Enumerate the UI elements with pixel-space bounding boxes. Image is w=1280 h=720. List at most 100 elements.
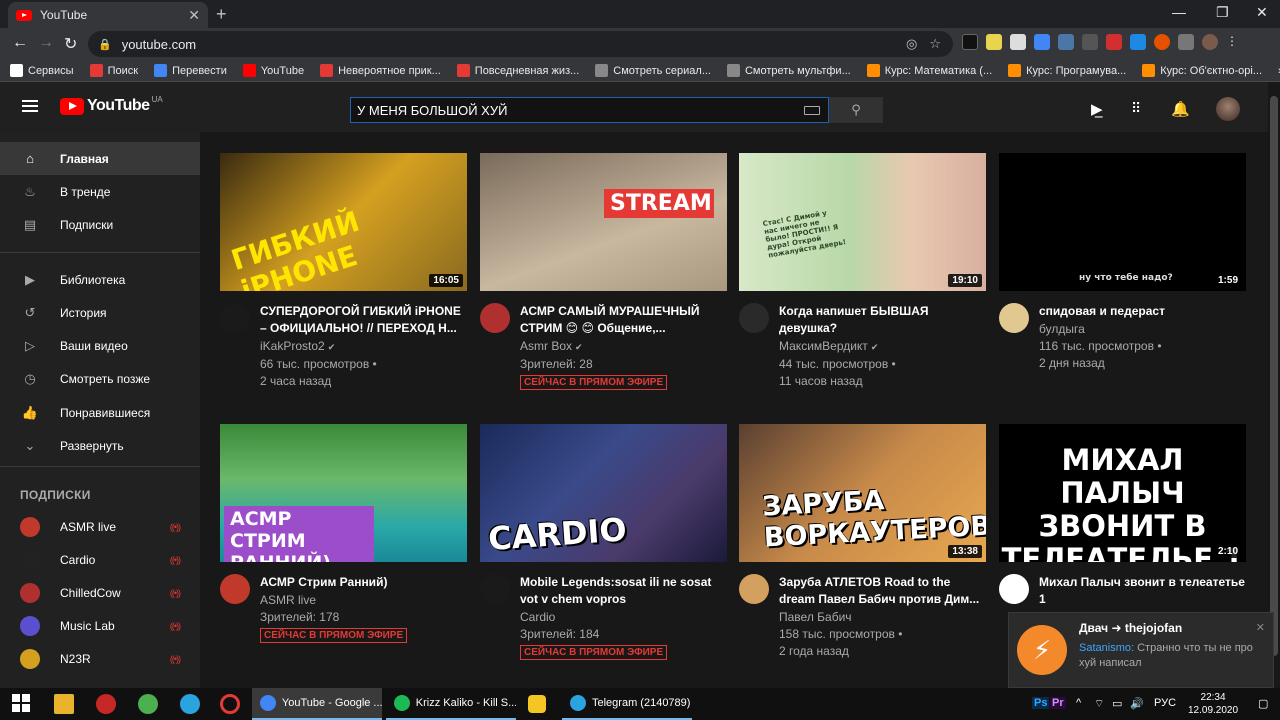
browser-tab-youtube[interactable]: YouTube ✕ — [8, 2, 208, 28]
search-box[interactable] — [350, 97, 829, 123]
bookmark-item[interactable]: Смотреть мультфи... — [726, 64, 851, 77]
battery-icon[interactable]: ▭ — [1112, 697, 1122, 710]
taskbar-app[interactable]: Krizz Kaliko - Kill S... — [386, 688, 516, 720]
video-title[interactable]: Заруба АТЛЕТОВ Road to the dream Павел Б… — [779, 574, 986, 608]
scrollbar-thumb[interactable] — [1270, 96, 1278, 656]
page-scrollbar[interactable] — [1268, 82, 1280, 688]
volume-icon[interactable]: 🔊 — [1130, 697, 1144, 710]
premiere-tray-icon[interactable]: Pr — [1050, 697, 1066, 709]
channel-avatar[interactable] — [999, 303, 1029, 333]
address-bar[interactable]: 🔒 youtube.com ◎ ☆ — [88, 31, 953, 57]
search-input[interactable] — [357, 102, 804, 118]
tab-close-icon[interactable]: ✕ — [188, 7, 200, 24]
extensions-puzzle-icon[interactable] — [1178, 34, 1194, 50]
opera-icon[interactable] — [220, 694, 240, 714]
sidebar-item-trending[interactable]: ♨ В тренде — [0, 175, 200, 208]
channel-name[interactable]: Cardio — [520, 609, 727, 625]
taskbar-app[interactable]: YouTube - Google ... — [252, 688, 382, 720]
file-explorer-icon[interactable] — [54, 694, 74, 714]
app-triangle-icon[interactable] — [528, 695, 546, 713]
extension-arrow-icon[interactable] — [1130, 34, 1146, 50]
notifications-bell-icon[interactable]: 🔔 — [1171, 100, 1190, 118]
channel-avatar[interactable] — [480, 574, 510, 604]
video-card[interactable]: АСМР СТРИМ РАННИЙ) АСМР Стрим Ранний) ASM… — [220, 424, 467, 643]
channel-avatar[interactable] — [220, 303, 250, 333]
channel-avatar[interactable] — [480, 303, 510, 333]
menu-hamburger-icon[interactable] — [22, 100, 38, 112]
bookmark-item[interactable]: Сервисы — [10, 64, 74, 77]
channel-avatar[interactable] — [739, 303, 769, 333]
video-title[interactable]: АСМР САМЫЙ МУРАШЕЧНЫЙ СТРИМ 😊 😊 Общение,… — [520, 303, 727, 337]
video-card[interactable]: ну что тебе надо? 1:59 спидовая и педерас… — [999, 153, 1246, 371]
bookmark-item[interactable]: Смотреть сериал... — [595, 64, 711, 77]
back-button[interactable]: ← — [12, 34, 28, 52]
video-title[interactable]: СУПЕРДОРОГОЙ ГИБКИЙ iPHONE – ОФИЦИАЛЬНО!… — [260, 303, 467, 337]
subscription-item[interactable]: ASMR live ((•)) — [0, 510, 200, 543]
sidebar-item-liked[interactable]: 👍 Понравившиеся — [0, 396, 200, 429]
sidebar-item-your-videos[interactable]: ▷ Ваши видео — [0, 329, 200, 362]
wifi-icon[interactable]: ⌔ — [1094, 697, 1104, 711]
bookmark-item[interactable]: Курс: Об'єктно-орі... — [1142, 64, 1262, 77]
bookmark-item[interactable]: Курс: Математика (... — [866, 64, 992, 77]
subscription-item[interactable]: N23R ((•)) — [0, 642, 200, 675]
video-thumbnail[interactable]: STREAM — [480, 153, 727, 291]
new-tab-button[interactable]: + — [216, 4, 227, 25]
extension-adblock-icon[interactable] — [1106, 34, 1122, 50]
video-thumbnail[interactable]: CARDIO — [480, 424, 727, 562]
notification-close-icon[interactable]: ✕ — [1256, 621, 1265, 634]
tray-expand-icon[interactable]: ^ — [1076, 697, 1081, 709]
bookmark-star-icon[interactable]: ☆ — [929, 36, 941, 52]
video-card[interactable]: Стас! С Димой у нас ничего не было! ПРОС… — [739, 153, 986, 389]
bookmark-item[interactable]: Повседневная жиз... — [456, 64, 579, 77]
create-video-icon[interactable]: ▶̲ — [1091, 100, 1103, 118]
channel-name[interactable]: Asmr Box ✔ — [520, 338, 727, 355]
youtube-logo[interactable]: YouTube UA — [60, 95, 163, 115]
extension-globe-icon[interactable] — [1154, 34, 1170, 50]
channel-name[interactable]: Павел Бабич — [779, 609, 986, 625]
bookmark-item[interactable]: YouTube — [242, 64, 304, 77]
extension-doc-icon[interactable] — [1010, 34, 1026, 50]
sidebar-item-history[interactable]: ↺ История — [0, 296, 200, 329]
bookmark-item[interactable]: Поиск — [89, 64, 138, 77]
keyboard-icon[interactable] — [804, 105, 820, 115]
video-title[interactable]: АСМР Стрим Ранний) — [260, 574, 467, 591]
xbox-icon[interactable] — [138, 694, 158, 714]
minimize-button[interactable]: — — [1172, 4, 1186, 20]
sidebar-item-subscriptions[interactable]: ▤ Подписки — [0, 208, 200, 241]
system-clock[interactable]: 22:34 12.09.2020 — [1188, 691, 1238, 717]
extension-cube-icon[interactable] — [962, 34, 978, 50]
photoshop-tray-icon[interactable]: Ps — [1032, 697, 1050, 709]
video-card[interactable]: STREAM АСМР САМЫЙ МУРАШЕЧНЫЙ СТРИМ 😊 😊 О… — [480, 153, 727, 390]
channel-name[interactable]: ASMR live — [260, 592, 467, 608]
forward-button[interactable]: → — [38, 34, 54, 52]
subscription-item[interactable]: Cardio ((•)) — [0, 543, 200, 576]
channel-avatar[interactable] — [739, 574, 769, 604]
channel-name[interactable]: МаксимВердикт ✔ — [779, 338, 986, 355]
tunngle-icon[interactable] — [96, 694, 116, 714]
subscription-item[interactable]: Music Lab ((•)) — [0, 609, 200, 642]
browser-menu-icon[interactable]: ⋮ — [1226, 34, 1242, 50]
sidebar-item-watch-later[interactable]: ◷ Смотреть позже — [0, 362, 200, 395]
sidebar-item-home[interactable]: ⌂ Главная — [0, 142, 200, 175]
video-card[interactable]: ЗАРУБА ВОРКАУТЕРОВ 13:38 Заруба АТЛЕТОВ R… — [739, 424, 986, 659]
video-thumbnail[interactable]: ЗАРУБА ВОРКАУТЕРОВ 13:38 — [739, 424, 986, 562]
bookmark-item[interactable]: Перевести — [154, 64, 227, 77]
video-title[interactable]: Mobile Legends:sosat ili ne sosat vot v … — [520, 574, 727, 608]
video-card[interactable]: ГИБКИЙ iPHONE 16:05 СУПЕРДОРОГОЙ ГИБКИЙ i… — [220, 153, 467, 389]
apps-grid-icon[interactable]: ⠿ — [1131, 100, 1141, 117]
telegram-notification[interactable]: ⚡ Двач ➜ thejojofan Satanismo: Странно ч… — [1008, 612, 1274, 688]
account-avatar[interactable] — [1216, 97, 1240, 121]
video-thumbnail[interactable]: МИХАЛ ПАЛЫЧ ЗВОНИТ В ТЕЛЕАТЕЛЬЕ 1 2:10 — [999, 424, 1246, 562]
extension-bulb-icon[interactable] — [1082, 34, 1098, 50]
language-indicator[interactable]: РУС — [1154, 697, 1176, 709]
extension-vk-icon[interactable] — [1058, 34, 1074, 50]
bookmark-item[interactable]: Невероятное прик... — [320, 64, 441, 77]
video-thumbnail[interactable]: АСМР СТРИМ РАННИЙ) — [220, 424, 467, 562]
windows-start-icon[interactable] — [12, 694, 32, 714]
channel-name[interactable]: булдыга — [1039, 321, 1246, 337]
video-title[interactable]: спидовая и педераст — [1039, 303, 1246, 320]
profile-avatar-icon[interactable] — [1202, 34, 1218, 50]
video-card[interactable]: CARDIO Mobile Legends:sosat ili ne sosat… — [480, 424, 727, 660]
action-center-icon[interactable]: ▢ — [1258, 697, 1268, 710]
taskbar-app[interactable]: Telegram (2140789) — [562, 688, 692, 720]
